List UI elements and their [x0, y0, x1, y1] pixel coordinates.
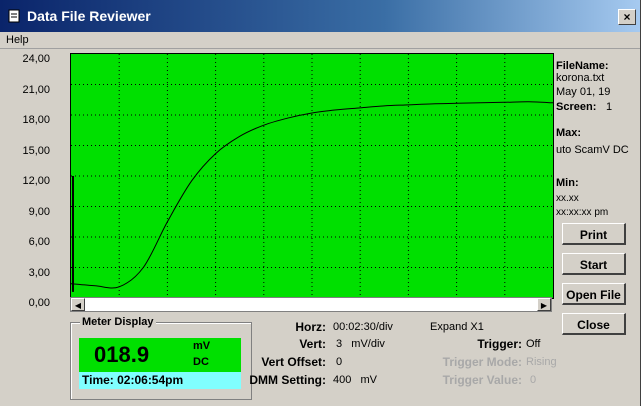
min-time: xx:xx:xx pm	[556, 207, 609, 218]
meter-value: 018.9	[94, 342, 150, 367]
app-window: Data File Reviewer × Help 24,00 21,00 18,0…	[0, 0, 641, 406]
expand-value: Expand X1	[430, 321, 484, 333]
trigger-value-value: 0	[530, 374, 537, 386]
trigger-value: Off	[526, 338, 541, 350]
horz-label: Horz:	[295, 320, 326, 334]
dmm-setting-label: DMM Setting:	[249, 373, 326, 387]
file-date: May 01, 19	[556, 86, 611, 98]
y-tick-label: 21,00	[22, 83, 50, 96]
chart-plot-area	[70, 53, 554, 299]
meter-unit: mV	[193, 340, 211, 352]
y-tick-label: 3,00	[28, 266, 50, 279]
min-value: xx.xx	[556, 193, 579, 204]
app-icon	[8, 9, 20, 23]
y-axis-labels: 24,00 21,00 18,00 15,00 12,00 9,00 6,00 3,00 0,0…	[0, 50, 50, 310]
meter-time: Time: 02:06:54pm	[79, 372, 241, 389]
y-tick-label: 9,00	[28, 205, 50, 218]
start-button[interactable]: Start	[562, 253, 626, 275]
close-window-button[interactable]: ×	[618, 9, 636, 25]
max-value: uto ScamV DC	[556, 144, 629, 156]
max-label: Max:	[556, 127, 582, 139]
screen-label: Screen:	[556, 101, 597, 113]
window-title: Data File Reviewer	[27, 8, 151, 24]
scroll-right-arrow-icon[interactable]: ▶	[537, 298, 551, 311]
trigger-mode-value: Rising	[526, 356, 557, 368]
min-label: Min:	[556, 177, 579, 189]
menu-help[interactable]: Help	[6, 34, 29, 46]
vert-offset-value: 0	[336, 356, 343, 368]
vert-offset-label: Vert Offset:	[261, 355, 326, 369]
y-tick-label: 6,00	[28, 236, 50, 248]
filename-value: korona.txt	[556, 72, 605, 84]
trigger-label: Trigger:	[477, 337, 522, 351]
menu-bar: Help	[0, 32, 640, 49]
dmm-setting-value: 400 mV	[333, 374, 378, 386]
title-bar[interactable]: Data File Reviewer ×	[0, 0, 640, 32]
print-button[interactable]: Print	[562, 223, 626, 245]
meter-mode: DC	[193, 356, 209, 368]
y-tick-label: 18,00	[22, 114, 50, 126]
scroll-left-arrow-icon[interactable]: ◀	[71, 298, 85, 311]
open-file-button[interactable]: Open File	[562, 283, 626, 305]
y-tick-label: 24,00	[22, 53, 50, 65]
filename-label: FileName:	[556, 60, 609, 72]
horizontal-scrollbar[interactable]: ◀ ▶	[70, 297, 552, 312]
horz-value: 00:02:30/div	[333, 321, 393, 333]
chart-svg	[71, 54, 553, 298]
trigger-mode-label: Trigger Mode:	[442, 355, 522, 369]
screen-value: 1	[606, 101, 613, 113]
y-tick-label: 12,00	[22, 175, 50, 187]
trigger-value-label: Trigger Value:	[442, 373, 522, 387]
vert-value: 3 mV/div	[336, 338, 385, 350]
meter-display-title: Meter Display	[80, 316, 156, 328]
close-button[interactable]: Close	[562, 313, 626, 335]
y-tick-label: 15,00	[22, 144, 50, 157]
y-tick-label: 0,00	[28, 297, 50, 309]
vert-label: Vert:	[299, 337, 326, 351]
